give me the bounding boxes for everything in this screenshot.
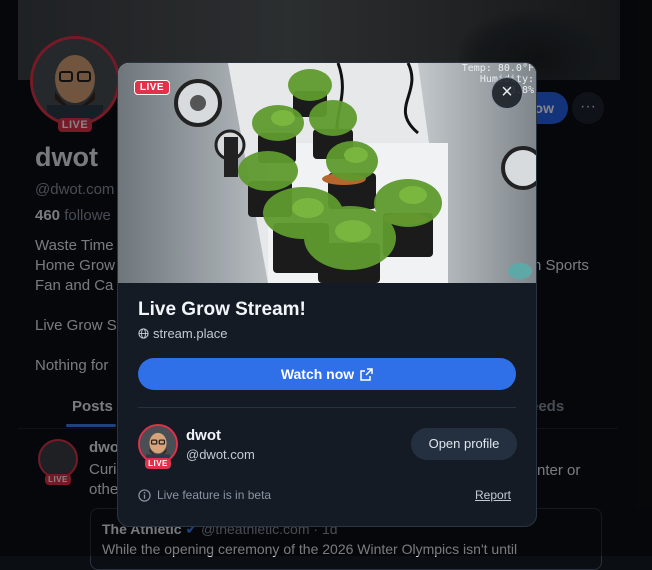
watch-now-button[interactable]: Watch now — [138, 358, 516, 390]
watch-now-label: Watch now — [280, 366, 355, 382]
stream-live-badge: LIVE — [134, 80, 170, 95]
modal-divider — [138, 407, 516, 408]
globe-icon — [138, 328, 149, 339]
report-link[interactable]: Report — [475, 488, 511, 502]
streamer-name: dwot — [186, 427, 221, 444]
stream-title: Live Grow Stream! — [138, 299, 306, 320]
info-icon — [138, 488, 151, 502]
streamer-handle: @dwot.com — [186, 447, 255, 462]
external-link-icon — [360, 367, 373, 381]
live-stream-modal: Temp: 80.0°F Humidity: 53.8% LIVE × Live… — [117, 62, 537, 527]
close-button[interactable]: × — [491, 77, 523, 109]
open-profile-button[interactable]: Open profile — [411, 428, 517, 460]
streamer-avatar-illustration — [140, 426, 176, 462]
beta-notice-text: Live feature is in beta — [157, 488, 272, 502]
beta-notice: Live feature is in beta — [138, 488, 271, 502]
sensor-temp: Temp: 80.0°F — [461, 63, 534, 74]
stream-source[interactable]: stream.place — [138, 326, 227, 341]
grow-tent-image — [118, 63, 536, 283]
stream-source-label: stream.place — [153, 326, 228, 341]
stream-thumbnail[interactable]: Temp: 80.0°F Humidity: 53.8% LIVE × — [118, 63, 536, 283]
close-icon: × — [501, 81, 513, 103]
streamer-live-badge: LIVE — [145, 458, 171, 469]
